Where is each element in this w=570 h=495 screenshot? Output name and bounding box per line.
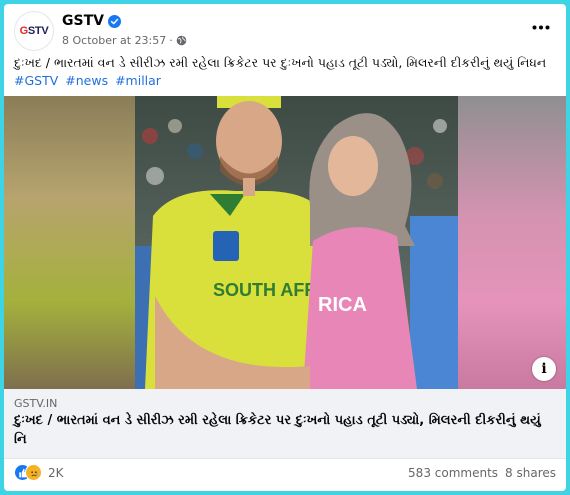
- info-button[interactable]: i: [532, 357, 556, 381]
- page-avatar[interactable]: GSTV: [14, 11, 54, 51]
- shares-count[interactable]: 8 shares: [505, 466, 556, 480]
- photo-blur-right: [458, 96, 566, 389]
- hashtag-gstv[interactable]: #GSTV: [14, 73, 58, 88]
- link-preview[interactable]: GSTV.IN દુઃખદ / ભારતમાં વન ડે સીરીઝ રમી …: [4, 389, 566, 459]
- link-domain: GSTV.IN: [14, 397, 58, 410]
- hashtags: #GSTV #news #millar: [14, 72, 559, 90]
- post-meta: 8 October at 23:57 ·: [62, 34, 187, 47]
- post-card: GSTV GSTV 8 October at 23:57 · દુઃખદ / ભ…: [4, 4, 566, 491]
- cricketer-photo: SOUTH AFRICA RICA: [135, 96, 458, 389]
- girl-face: [328, 136, 378, 196]
- meta-separator: ·: [169, 34, 173, 47]
- post-body: દુઃખદ / ભારતમાં વન ડે સીરીઝ રમી રહેલા ક્…: [14, 55, 547, 70]
- page-name[interactable]: GSTV: [62, 13, 104, 29]
- hashtag-news[interactable]: #news: [65, 73, 108, 88]
- sponsor-logo: [213, 231, 239, 261]
- photo-blur-left: [4, 96, 135, 389]
- gstv-logo: GSTV: [19, 25, 49, 37]
- reaction-icons: [14, 464, 42, 481]
- post-text: દુઃખદ / ભારતમાં વન ડે સીરીઝ રમી રહેલા ક્…: [14, 54, 559, 90]
- reaction-count: 2K: [48, 465, 64, 480]
- reactions-summary[interactable]: 2K: [14, 464, 64, 481]
- link-title: દુઃખદ / ભારતમાં વન ડે સીરીઝ રમી રહેલા ક્…: [14, 413, 541, 447]
- blue-shirt-right: [410, 216, 458, 389]
- page-name-row: GSTV: [62, 13, 121, 29]
- more-dots-icon: [532, 25, 550, 29]
- comments-count[interactable]: 583 comments: [408, 466, 498, 480]
- globe-icon: [176, 35, 187, 46]
- sad-reaction-icon: [25, 464, 42, 481]
- jersey-text-rica: RICA: [318, 294, 367, 316]
- hashtag-millar[interactable]: #millar: [115, 73, 161, 88]
- more-options-button[interactable]: [530, 16, 552, 38]
- player-neck: [243, 178, 255, 196]
- post-timestamp[interactable]: 8 October at 23:57: [62, 34, 166, 47]
- verified-badge-icon: [107, 14, 121, 28]
- post-photo[interactable]: SOUTH AFRICA RICA i: [4, 96, 566, 389]
- engagement-stats: 583 comments 8 shares: [408, 466, 556, 480]
